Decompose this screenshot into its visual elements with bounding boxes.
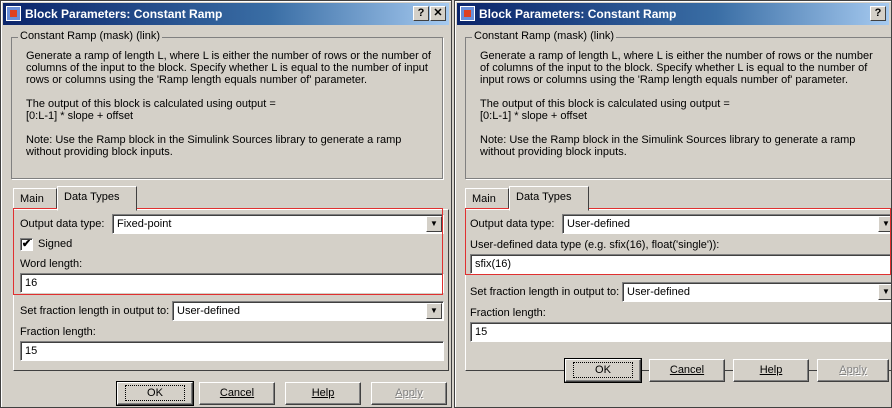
help-label: Help bbox=[759, 364, 783, 376]
help-label: Help bbox=[311, 387, 335, 399]
chevron-down-icon[interactable]: ▼ bbox=[426, 303, 442, 319]
help-button[interactable]: Help bbox=[285, 382, 361, 405]
ok-label: OK bbox=[125, 385, 185, 401]
output-data-type-value: User-defined bbox=[567, 218, 630, 230]
fraction-mode-select[interactable]: User-defined ▼ bbox=[622, 282, 891, 302]
apply-button[interactable]: Apply bbox=[371, 382, 447, 405]
title-bar[interactable]: Block Parameters: Constant Ramp ? ✕ bbox=[3, 3, 449, 25]
description-paragraph: The output of this block is calculated u… bbox=[26, 98, 276, 122]
output-data-type-select[interactable]: User-defined ▼ bbox=[562, 214, 891, 234]
apply-label: Apply bbox=[839, 364, 867, 376]
description-paragraph: Generate a ramp of length L, where L is … bbox=[480, 50, 873, 86]
output-data-type-label: Output data type: bbox=[470, 218, 555, 230]
cancel-button[interactable]: Cancel bbox=[649, 359, 725, 382]
cancel-label: Cancel bbox=[669, 364, 705, 376]
fraction-length-label: Fraction length: bbox=[470, 307, 546, 319]
help-button[interactable]: Help bbox=[733, 359, 809, 382]
group-label: Constant Ramp (mask) (link) bbox=[18, 30, 162, 42]
cancel-label: Cancel bbox=[219, 387, 255, 399]
signed-checkbox[interactable]: ✔ bbox=[20, 238, 33, 251]
close-title-button[interactable]: ✕ bbox=[430, 6, 446, 21]
fraction-length-field[interactable]: 15 bbox=[470, 322, 891, 342]
ok-button[interactable]: OK bbox=[116, 381, 194, 406]
signed-label: Signed bbox=[38, 238, 73, 250]
mask-description-group: Constant Ramp (mask) (link) Generate a r… bbox=[11, 30, 443, 179]
help-title-button[interactable]: ? bbox=[870, 6, 886, 21]
chevron-down-icon[interactable]: ▼ bbox=[878, 216, 891, 232]
description-text: Generate a ramp of length L, where L is … bbox=[480, 50, 884, 170]
output-data-type-label: Output data type: bbox=[20, 218, 105, 230]
user-defined-type-label: User-defined data type (e.g. sfix(16), f… bbox=[470, 239, 720, 251]
description-text: Generate a ramp of length L, where L is … bbox=[26, 50, 432, 170]
data-types-panel: Output data type: User-defined ▼ User-de… bbox=[465, 209, 891, 371]
block-parameters-dialog-user-defined: Block Parameters: Constant Ramp ? Consta… bbox=[454, 0, 892, 408]
simulink-block-icon bbox=[460, 6, 475, 21]
description-paragraph: Note: Use the Ramp block in the Simulink… bbox=[26, 134, 402, 158]
fraction-length-field[interactable]: 15 bbox=[20, 341, 444, 361]
tab-data-types[interactable]: Data Types bbox=[57, 186, 137, 211]
output-data-type-value: Fixed-point bbox=[117, 218, 172, 230]
fraction-mode-value: User-defined bbox=[177, 305, 240, 317]
window-title: Block Parameters: Constant Ramp bbox=[479, 7, 677, 21]
fraction-mode-label: Set fraction length in output to: bbox=[470, 286, 620, 298]
ok-button[interactable]: OK bbox=[564, 358, 642, 383]
tab-main[interactable]: Main bbox=[13, 188, 57, 210]
block-parameters-dialog-fixed-point: Block Parameters: Constant Ramp ? ✕ Cons… bbox=[0, 0, 452, 408]
chevron-down-icon[interactable]: ▼ bbox=[878, 284, 891, 300]
help-title-button[interactable]: ? bbox=[413, 6, 429, 21]
tab-data-types[interactable]: Data Types bbox=[509, 186, 589, 211]
ok-label: OK bbox=[573, 362, 633, 378]
simulink-block-icon bbox=[6, 6, 21, 21]
data-types-panel: Output data type: Fixed-point ▼ ✔ Signed… bbox=[13, 209, 449, 371]
fraction-length-label: Fraction length: bbox=[20, 326, 96, 338]
apply-button[interactable]: Apply bbox=[817, 359, 889, 382]
fraction-mode-select[interactable]: User-defined ▼ bbox=[172, 301, 444, 321]
group-label: Constant Ramp (mask) (link) bbox=[472, 30, 616, 42]
cancel-button[interactable]: Cancel bbox=[199, 382, 275, 405]
mask-description-group: Constant Ramp (mask) (link) Generate a r… bbox=[465, 30, 891, 179]
chevron-down-icon[interactable]: ▼ bbox=[426, 216, 442, 232]
tab-main[interactable]: Main bbox=[465, 188, 509, 210]
user-defined-type-field[interactable]: sfix(16) bbox=[470, 254, 891, 274]
fraction-mode-label: Set fraction length in output to: bbox=[20, 305, 170, 317]
title-bar[interactable]: Block Parameters: Constant Ramp ? bbox=[457, 3, 889, 25]
description-paragraph: The output of this block is calculated u… bbox=[480, 98, 730, 122]
description-paragraph: Note: Use the Ramp block in the Simulink… bbox=[480, 134, 856, 158]
word-length-label: Word length: bbox=[20, 258, 83, 270]
apply-label: Apply bbox=[395, 387, 423, 399]
window-title: Block Parameters: Constant Ramp bbox=[25, 7, 223, 21]
word-length-field[interactable]: 16 bbox=[20, 273, 444, 293]
fraction-mode-value: User-defined bbox=[627, 286, 690, 298]
description-paragraph: Generate a ramp of length L, where L is … bbox=[26, 50, 431, 86]
output-data-type-select[interactable]: Fixed-point ▼ bbox=[112, 214, 444, 234]
